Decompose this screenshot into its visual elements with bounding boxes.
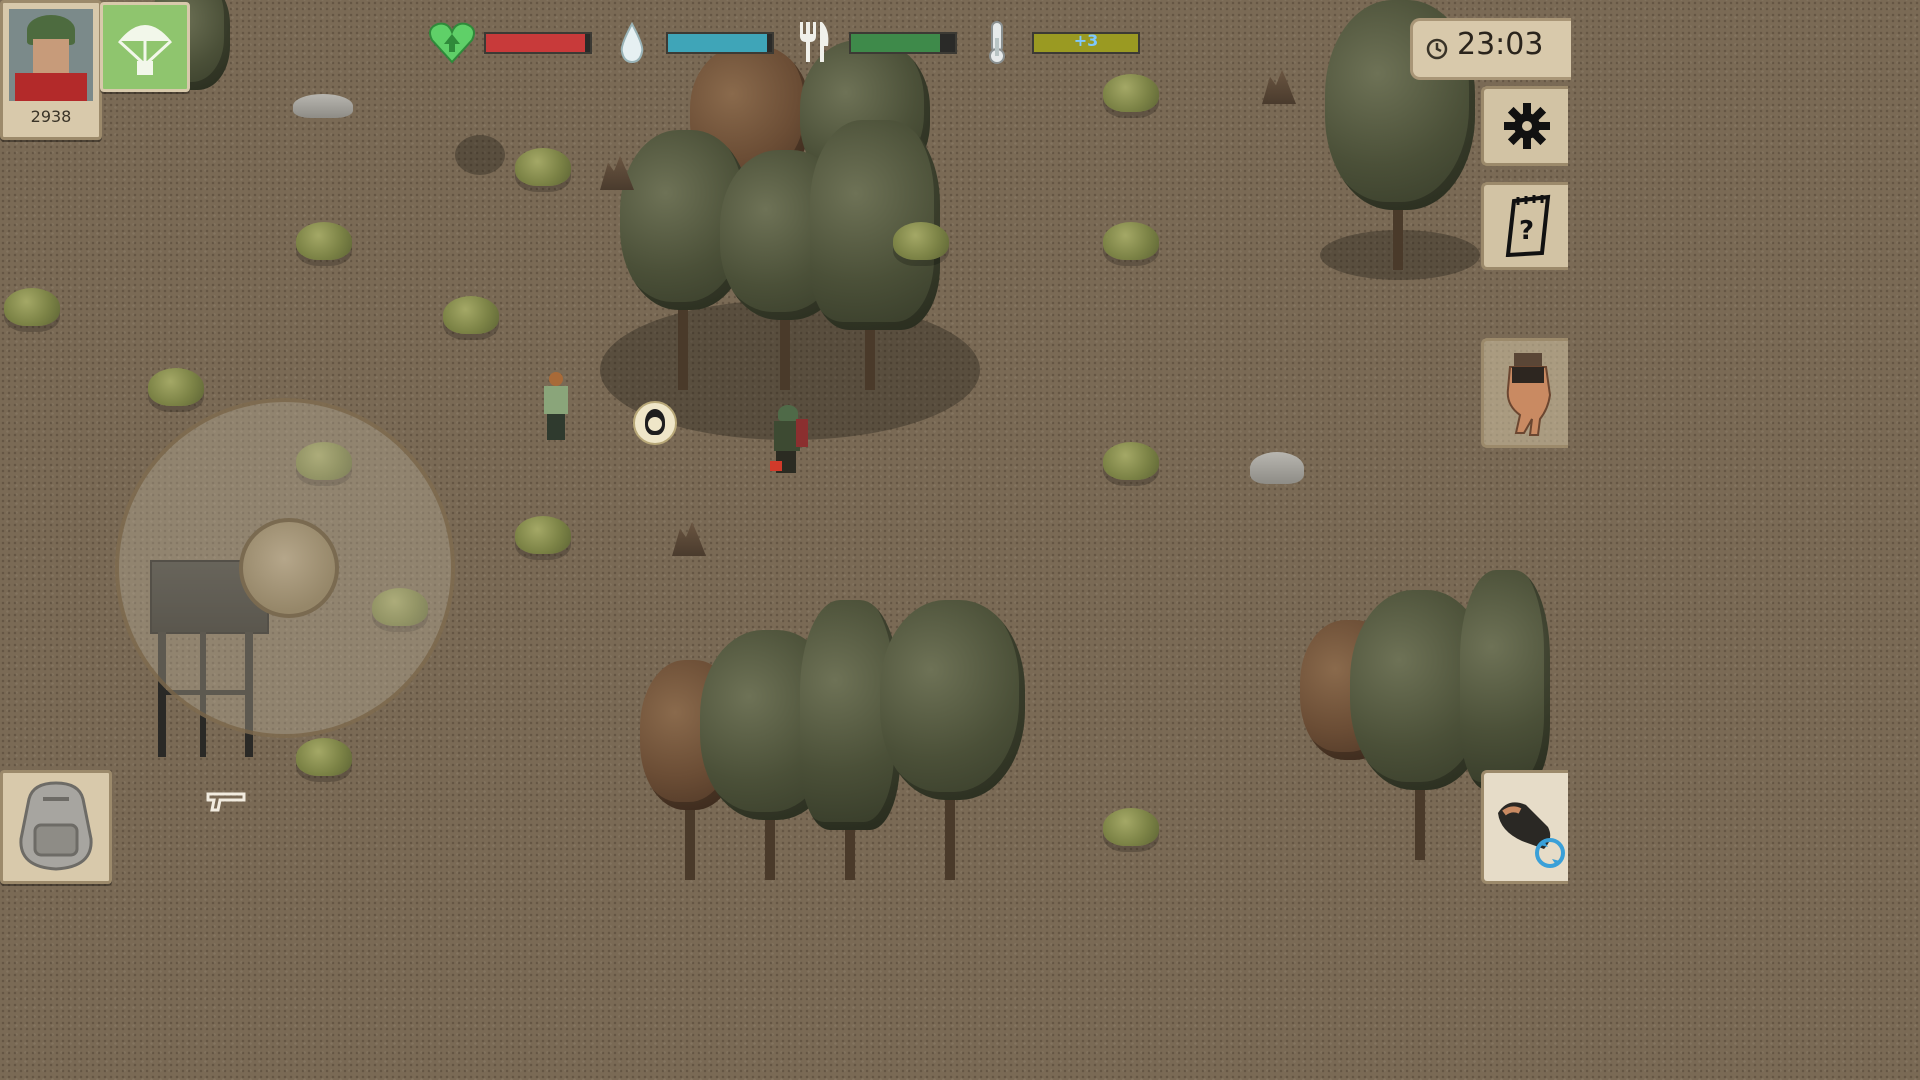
bush <box>1103 74 1159 112</box>
inventory-button[interactable] <box>0 770 112 884</box>
player-character <box>766 405 812 477</box>
clock-panel: 23:03 <box>1410 18 1571 80</box>
water-bar-fill <box>668 34 767 52</box>
bush <box>443 296 499 334</box>
temperature-value: +3 <box>1073 31 1099 50</box>
rock <box>1250 452 1304 484</box>
health-bar-fill <box>486 34 585 52</box>
npc-face-icon[interactable] <box>633 401 677 445</box>
airdrop-button[interactable] <box>100 2 190 92</box>
health-bar <box>484 32 592 54</box>
parachute-icon <box>117 25 173 75</box>
game-screen: { "player": { "avatar_icon": "soldier-po… <box>0 0 1571 884</box>
bush <box>1103 442 1159 480</box>
joystick-knob[interactable] <box>239 518 339 618</box>
water-drop-icon <box>620 22 644 64</box>
bush <box>515 148 571 186</box>
food-bar-fill <box>851 34 941 52</box>
gear-icon <box>1504 103 1550 149</box>
water-bar <box>666 32 774 54</box>
temperature-bar: +3 <box>1032 31 1140 54</box>
fork-knife-icon <box>800 22 829 62</box>
clock-icon <box>1426 38 1448 60</box>
settings-button[interactable] <box>1481 86 1568 166</box>
dark-patch <box>455 135 505 175</box>
quests-button[interactable]: ? <box>1481 182 1568 270</box>
hand-icon <box>1506 353 1552 436</box>
bush <box>1103 808 1159 846</box>
craft-button[interactable] <box>1481 338 1568 448</box>
pistol-icon[interactable] <box>206 790 248 814</box>
heart-arrow-icon <box>429 22 475 64</box>
rock <box>293 94 353 118</box>
backpack-icon <box>19 781 93 871</box>
player-portrait-panel[interactable]: 2938 <box>0 0 102 140</box>
survivor-npc[interactable] <box>540 372 572 442</box>
svg-text:?: ? <box>1519 216 1534 246</box>
food-bar <box>849 32 957 54</box>
quest-notebook-icon: ? <box>1505 194 1551 257</box>
bush <box>296 222 352 260</box>
bush <box>515 516 571 554</box>
bush <box>893 222 949 260</box>
thermometer-icon <box>989 21 1005 64</box>
bush <box>4 288 60 326</box>
soldier-portrait-icon <box>9 9 93 101</box>
bush <box>296 738 352 776</box>
attack-button[interactable] <box>1481 770 1568 884</box>
stump <box>672 522 706 556</box>
joystick-icon[interactable] <box>115 398 455 738</box>
player-score: 2938 <box>30 107 72 126</box>
clock-time: 23:03 <box>1457 27 1544 62</box>
stump <box>1262 70 1296 104</box>
fist-swap-icon <box>1498 802 1565 868</box>
bush <box>148 368 204 406</box>
bush <box>1103 222 1159 260</box>
